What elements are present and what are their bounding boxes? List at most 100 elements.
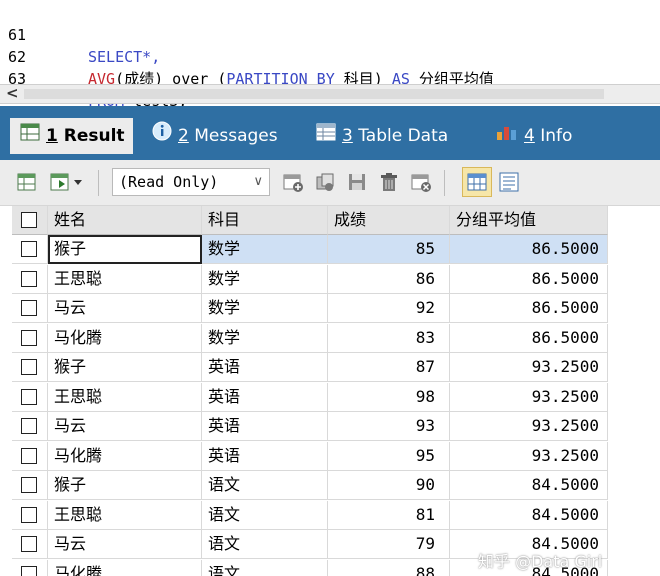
cell-subject[interactable]: 语文 [202,500,328,530]
table-row[interactable]: 马化腾 英语 95 93.2500 [12,441,608,471]
table-row[interactable]: 王思聪 语文 81 84.5000 [12,500,608,530]
cell-subject[interactable]: 语文 [202,471,328,500]
cell-group-average[interactable]: 86.5000 [450,323,608,353]
table-row[interactable]: 王思聪 数学 86 86.5000 [12,264,608,294]
row-checkbox[interactable] [21,506,37,523]
row-select-cell[interactable] [12,471,48,500]
cell-subject[interactable]: 语文 [202,530,328,559]
cell-score[interactable]: 85 [328,235,450,264]
tab-info[interactable]: 4 Info [496,120,572,152]
result-grid[interactable]: 姓名 科目 成绩 分组平均值 猴子 数学 85 86.5000 王思聪 数学 86 86.50… [0,206,660,576]
table-row[interactable]: 马化腾 数学 83 86.5000 [12,323,608,353]
row-checkbox[interactable] [21,359,37,375]
delete-icon[interactable] [378,171,400,193]
row-select-cell[interactable] [12,500,48,530]
save-icon[interactable] [346,171,368,193]
cell-group-average[interactable]: 84.5000 [450,500,608,530]
row-select-cell[interactable] [12,294,48,323]
duplicate-row-icon[interactable] [314,171,336,193]
export-dropdown-icon[interactable] [50,171,82,193]
cell-name[interactable]: 猴子 [48,471,202,500]
cell-group-average[interactable]: 86.5000 [450,294,608,323]
cell-name[interactable]: 马云 [48,294,202,323]
column-header[interactable]: 分组平均值 [450,206,608,235]
cell-group-average[interactable]: 93.2500 [450,412,608,441]
cell-subject[interactable]: 英语 [202,412,328,441]
row-select-cell[interactable] [12,559,48,576]
column-header[interactable]: 科目 [202,206,328,235]
cell-name[interactable]: 马云 [48,530,202,559]
cell-group-average[interactable]: 93.2500 [450,353,608,382]
row-select-cell[interactable] [12,353,48,382]
row-checkbox[interactable] [21,418,37,434]
row-select-cell[interactable] [12,264,48,294]
cell-name[interactable]: 王思聪 [48,382,202,412]
cell-subject[interactable]: 英语 [202,353,328,382]
add-row-icon[interactable] [282,171,304,193]
row-checkbox[interactable] [21,447,37,464]
cell-score[interactable]: 83 [328,323,450,353]
cell-score[interactable]: 93 [328,412,450,441]
scrollbar-track[interactable] [24,89,604,99]
scroll-left-icon[interactable]: < [6,84,19,102]
cell-subject[interactable]: 数学 [202,294,328,323]
tab-table-data[interactable]: 3 Table Data [316,120,448,152]
table-row[interactable]: 马云 英语 93 93.2500 [12,412,608,441]
row-checkbox[interactable] [21,300,37,316]
cell-score[interactable]: 98 [328,382,450,412]
sql-editor[interactable]: 61 SELECT*, 62 AVG(成绩) over (PARTITION B… [0,0,660,110]
row-checkbox[interactable] [21,329,37,346]
cell-name[interactable]: 马化腾 [48,559,202,576]
editor-horizontal-scrollbar[interactable]: < [0,84,660,104]
cancel-icon[interactable] [410,171,432,193]
select-all-checkbox[interactable] [21,212,37,228]
cell-name[interactable]: 猴子 [48,235,202,264]
cell-name[interactable]: 王思聪 [48,264,202,294]
cell-score[interactable]: 81 [328,500,450,530]
row-checkbox[interactable] [21,536,37,552]
row-checkbox[interactable] [21,477,37,493]
row-select-cell[interactable] [12,382,48,412]
cell-subject[interactable]: 英语 [202,382,328,412]
cell-name[interactable]: 马云 [48,412,202,441]
cell-subject[interactable]: 英语 [202,441,328,471]
row-select-cell[interactable] [12,323,48,353]
cell-score[interactable]: 90 [328,471,450,500]
cell-score[interactable]: 86 [328,264,450,294]
text-view-icon[interactable] [498,171,520,193]
cell-score[interactable]: 87 [328,353,450,382]
read-only-select[interactable]: (Read Only) ∨ [112,168,270,196]
row-checkbox[interactable] [21,565,37,576]
table-row[interactable]: 马云 数学 92 86.5000 [12,294,608,323]
cell-score[interactable]: 95 [328,441,450,471]
row-select-cell[interactable] [12,412,48,441]
cell-subject[interactable]: 语文 [202,559,328,576]
column-header[interactable]: 成绩 [328,206,450,235]
cell-group-average[interactable]: 86.5000 [450,264,608,294]
cell-group-average[interactable]: 86.5000 [450,235,608,264]
tab-result[interactable]: 1 Result [10,118,133,154]
row-checkbox[interactable] [21,270,37,287]
row-checkbox[interactable] [21,388,37,405]
row-checkbox[interactable] [21,241,37,257]
cell-name[interactable]: 猴子 [48,353,202,382]
table-row[interactable]: 猴子 语文 90 84.5000 [12,471,608,500]
cell-name[interactable]: 马化腾 [48,441,202,471]
cell-score[interactable]: 79 [328,530,450,559]
cell-group-average[interactable]: 84.5000 [450,471,608,500]
table-row[interactable]: 猴子 数学 85 86.5000 [12,235,608,264]
row-select-cell[interactable] [12,235,48,264]
cell-subject[interactable]: 数学 [202,235,328,264]
cell-subject[interactable]: 数学 [202,323,328,353]
cell-score[interactable]: 88 [328,559,450,576]
tab-messages[interactable]: 2 Messages [152,120,278,152]
row-select-cell[interactable] [12,530,48,559]
row-select-cell[interactable] [12,441,48,471]
column-header[interactable]: 姓名 [48,206,202,235]
table-row[interactable]: 王思聪 英语 98 93.2500 [12,382,608,412]
cell-name[interactable]: 马化腾 [48,323,202,353]
export-grid-icon[interactable] [16,171,38,193]
grid-view-icon[interactable] [462,167,492,197]
table-row[interactable]: 猴子 英语 87 93.2500 [12,353,608,382]
cell-score[interactable]: 92 [328,294,450,323]
